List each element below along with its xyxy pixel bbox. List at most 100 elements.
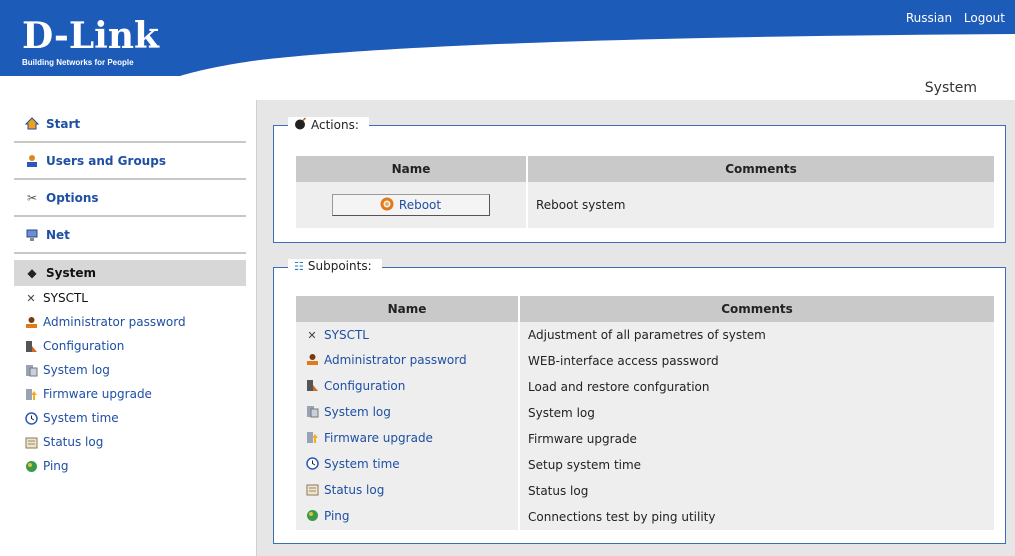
configuration-icon — [24, 339, 38, 353]
page-title: System — [924, 80, 977, 96]
actions-legend: Actions: — [288, 117, 369, 133]
comment-cell: Firmware upgrade — [520, 426, 994, 452]
name-cell: System time — [296, 452, 518, 478]
system-icon: ◆ — [27, 266, 37, 280]
subpoint-link-label: SYSCTL — [324, 328, 369, 343]
status-log-icon — [24, 435, 38, 449]
submenu-item-label: SYSCTL — [43, 291, 88, 305]
sidebar-item-options[interactable]: ✂ Options — [14, 180, 246, 217]
subpoint-link-label: Ping — [324, 508, 350, 523]
table-row: Firmware upgrade Firmware upgrade — [296, 426, 994, 452]
sidebar-item-label: Users and Groups — [46, 153, 166, 168]
subpoint-link-label: Status log — [324, 482, 385, 497]
subpoint-link-configuration[interactable]: Configuration — [304, 379, 405, 393]
comment-cell: Load and restore confguration — [520, 374, 994, 400]
name-cell: Ping — [296, 504, 518, 530]
submenu-item-status-log[interactable]: Status log — [24, 430, 246, 454]
subpoints-icon: ☷ — [294, 259, 304, 273]
home-icon — [24, 117, 40, 131]
comment-cell: Setup system time — [520, 452, 994, 478]
submenu-item-administrator-password[interactable]: Administrator password — [24, 310, 246, 334]
upgrade-icon — [304, 431, 320, 444]
table-row: Configuration Load and restore confgurat… — [296, 374, 994, 400]
subpoints-panel: ☷ Subpoints: Name Comments ✕ SYSCTL Adjus… — [273, 259, 1006, 544]
logo-slogan: Building Networks for People — [22, 58, 134, 67]
network-icon — [24, 228, 40, 242]
sidebar-item-net[interactable]: Net — [14, 217, 246, 254]
tools-icon: ✕ — [307, 328, 317, 342]
sidebar-item-start[interactable]: Start — [14, 106, 246, 143]
column-header-name: Name — [296, 296, 518, 322]
submenu-item-label: Ping — [43, 459, 69, 473]
name-cell: ✕ SYSCTL — [296, 322, 518, 348]
subpoint-link-administrator-password[interactable]: Administrator password — [304, 353, 467, 367]
subpoint-link-label: Administrator password — [324, 352, 467, 367]
subpoint-link-system-time[interactable]: System time — [304, 457, 400, 471]
subpoint-link-firmware-upgrade[interactable]: Firmware upgrade — [304, 431, 433, 445]
comment-cell: Status log — [520, 478, 994, 504]
name-cell: Firmware upgrade — [296, 426, 518, 452]
header-banner: D-Link Building Networks for People Russ… — [0, 0, 1015, 76]
subpoints-table: Name Comments ✕ SYSCTL Adjustment of all … — [294, 296, 996, 530]
subpoint-link-sysctl[interactable]: ✕ SYSCTL — [304, 328, 369, 342]
dlink-logo[interactable]: D-Link — [22, 18, 159, 54]
submenu-item-label: Configuration — [43, 339, 125, 353]
tools-icon: ✕ — [26, 291, 36, 305]
submenu-item-system-log[interactable]: System log — [24, 358, 246, 382]
column-header-comments: Comments — [520, 296, 994, 322]
table-header-row: Name Comments — [296, 296, 994, 322]
reboot-icon — [380, 197, 394, 214]
reboot-button-label: Reboot — [398, 198, 442, 212]
ping-icon — [24, 459, 38, 473]
clock-icon — [304, 457, 320, 470]
submenu-item-ping[interactable]: Ping — [24, 454, 246, 478]
system-submenu: ✕ SYSCTL Administrator password Configur… — [14, 286, 246, 478]
admin-icon — [24, 315, 38, 329]
table-row: System log System log — [296, 400, 994, 426]
submenu-item-configuration[interactable]: Configuration — [24, 334, 246, 358]
actions-table: Name Comments Reboot Reboot system — [294, 156, 996, 228]
table-row: ✕ SYSCTL Adjustment of all parametres of … — [296, 322, 994, 348]
submenu-item-label: System time — [43, 411, 119, 425]
logout-link[interactable]: Logout — [964, 11, 1005, 25]
table-row: Ping Connections test by ping utility — [296, 504, 994, 530]
name-cell: System log — [296, 400, 518, 426]
comment-cell: Connections test by ping utility — [520, 504, 994, 530]
user-icon — [24, 154, 40, 168]
subpoint-link-status-log[interactable]: Status log — [304, 483, 384, 497]
submenu-item-label: Status log — [43, 435, 104, 449]
sidebar-item-users-and-groups[interactable]: Users and Groups — [14, 143, 246, 180]
reboot-button[interactable]: Reboot — [331, 194, 490, 216]
subpoint-link-label: System log — [324, 404, 391, 419]
comment-cell: System log — [520, 400, 994, 426]
upgrade-icon — [24, 387, 38, 401]
subpoint-link-label: Firmware upgrade — [324, 430, 433, 445]
actions-panel: Actions: Name Comments Reboot Reboot sys… — [273, 117, 1006, 243]
log-icon — [304, 405, 320, 418]
table-row: Administrator password WEB-interface acc… — [296, 348, 994, 374]
tools-icon: ✂ — [26, 190, 38, 205]
name-cell: Administrator password — [296, 348, 518, 374]
comment-cell: WEB-interface access password — [520, 348, 994, 374]
submenu-item-label: System log — [43, 363, 110, 377]
reboot-comment: Reboot system — [528, 182, 994, 228]
table-row: Reboot Reboot system — [296, 182, 994, 228]
subpoint-link-system-log[interactable]: System log — [304, 405, 391, 419]
log-icon — [24, 363, 38, 377]
submenu-item-sysctl[interactable]: ✕ SYSCTL — [24, 286, 246, 310]
submenu-item-system-time[interactable]: System time — [24, 406, 246, 430]
sidebar-item-label: Options — [46, 190, 99, 205]
russian-link[interactable]: Russian — [906, 11, 952, 25]
sidebar-item-label: Start — [46, 116, 81, 131]
reboot-cell: Reboot — [296, 182, 526, 228]
submenu-item-firmware-upgrade[interactable]: Firmware upgrade — [24, 382, 246, 406]
configuration-icon — [304, 379, 320, 392]
subpoints-legend-text: Subpoints: — [307, 259, 372, 273]
ping-icon — [304, 509, 320, 522]
sidebar-item-system[interactable]: ◆ System — [14, 260, 246, 286]
submenu-item-label: Administrator password — [43, 315, 186, 329]
actions-legend-text: Actions: — [311, 118, 359, 132]
table-row: System time Setup system time — [296, 452, 994, 478]
subpoint-link-label: Configuration — [324, 378, 406, 393]
subpoint-link-ping[interactable]: Ping — [304, 509, 350, 523]
